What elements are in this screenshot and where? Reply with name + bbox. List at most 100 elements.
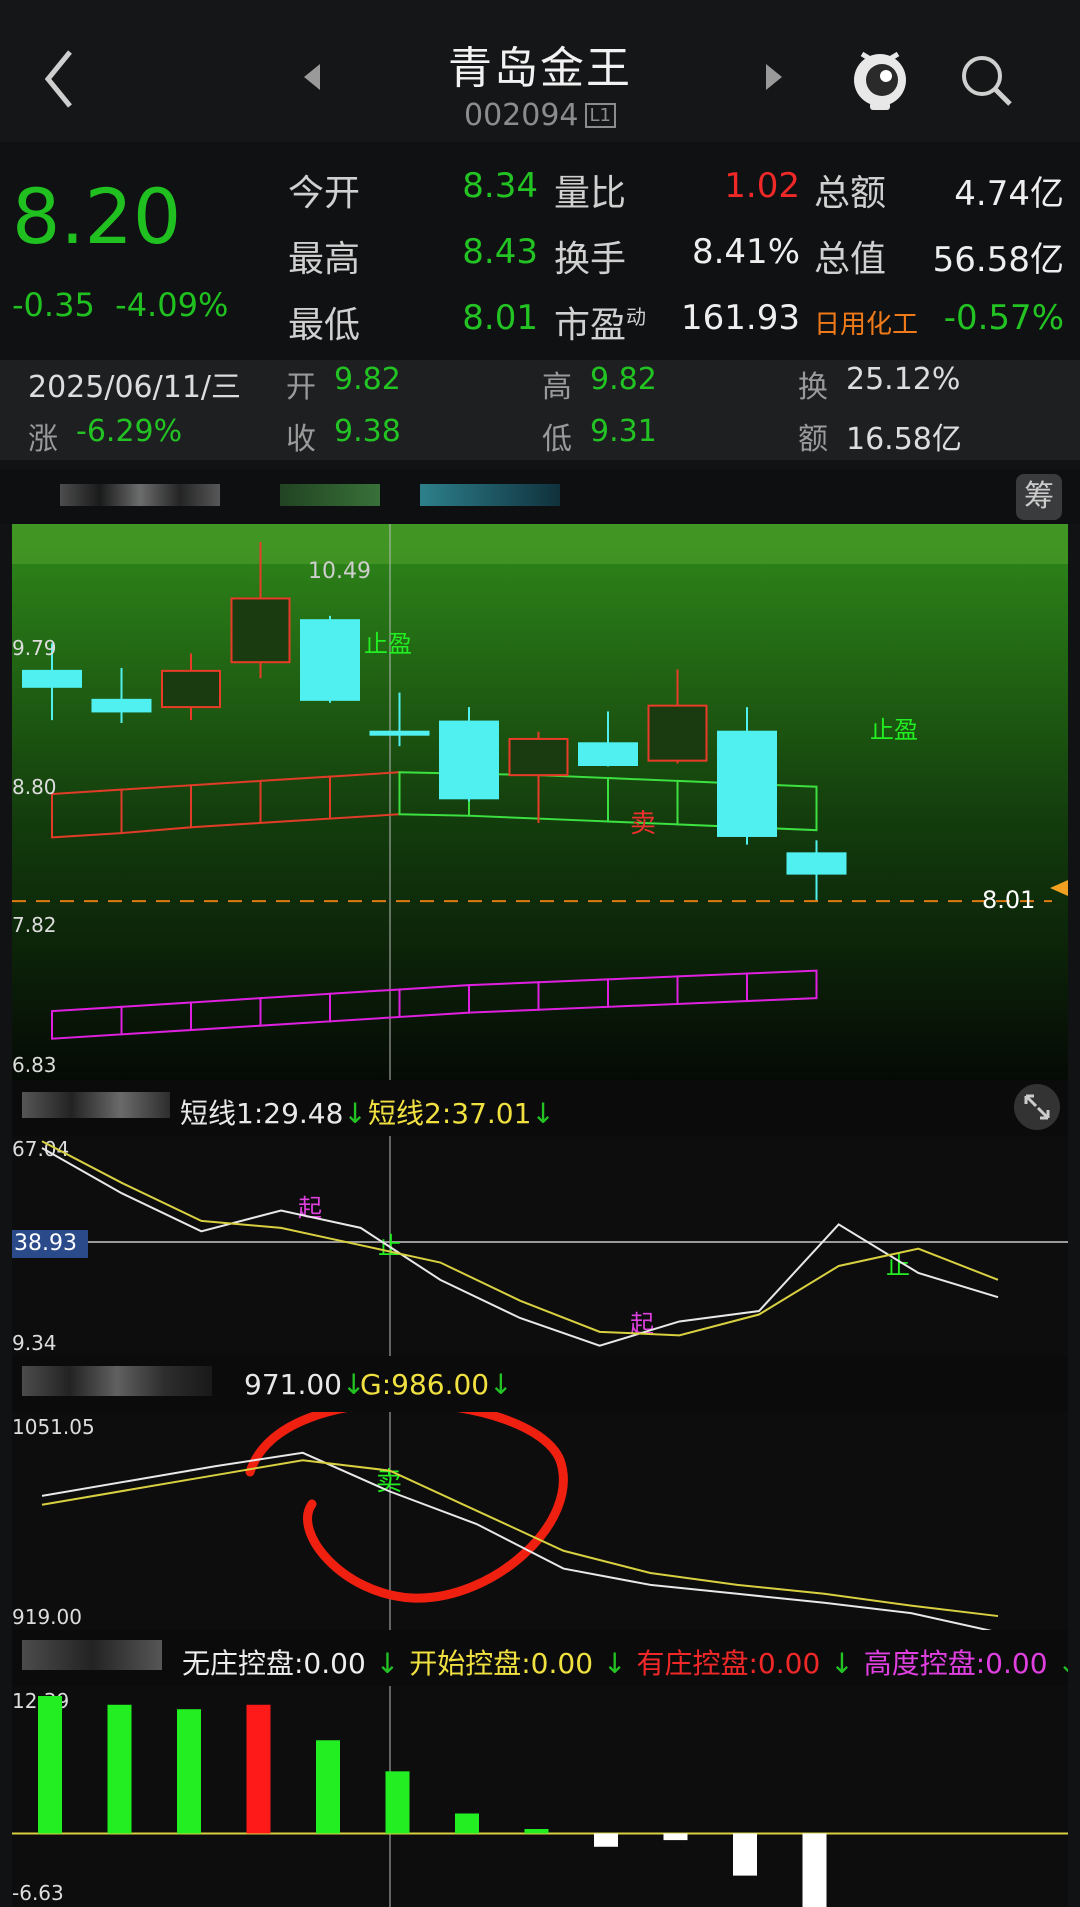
day-open: 9.82 — [334, 362, 401, 397]
ind2-val1: 971.00↓ — [244, 1368, 366, 1401]
candle-body — [91, 698, 152, 713]
control-label-1: 开始控盘:0.00 — [409, 1647, 594, 1680]
day-close-label: 收 — [286, 422, 316, 457]
pe-value: 161.93 — [681, 298, 800, 338]
pe-label: 市盈动 — [554, 305, 647, 346]
level-badge: L1 — [584, 103, 616, 128]
mktcap-value: 56.58亿 — [932, 240, 1064, 280]
down-arrow-icon: ↓ — [603, 1647, 627, 1680]
control-bar — [594, 1833, 618, 1847]
control-label-2: 有庄控盘:0.00 — [636, 1647, 821, 1680]
indicator1-header: 短线1:29.48↓ 短线2:37.01↓ — [12, 1080, 1068, 1136]
candle-body — [161, 669, 221, 709]
y-label-4: 6.83 — [12, 1053, 57, 1077]
short1-label: 短线1:29.48↓ — [180, 1097, 367, 1130]
control-bar — [316, 1740, 340, 1834]
turnover-label: 换手 — [554, 239, 627, 280]
y-label-top: 10.49 — [308, 559, 371, 584]
annotation-sell: 卖 — [630, 809, 656, 839]
candle-body — [786, 852, 847, 875]
open-label: 今开 — [288, 173, 361, 214]
annotation-stop-profit-2: 止盈 — [870, 716, 918, 744]
control-bar — [385, 1771, 410, 1834]
next-stock-icon[interactable] — [760, 62, 786, 92]
stock-code: 002094 L1 — [0, 98, 1080, 133]
y-label-1: 9.79 — [12, 636, 57, 660]
candle-body — [647, 704, 708, 762]
stock-title: 青岛金王 — [448, 43, 632, 94]
candle-body — [230, 597, 291, 664]
expand-icon[interactable] — [1014, 1084, 1060, 1130]
vol-ratio-value: 1.02 — [724, 166, 800, 206]
short2-label: 短线2:37.01↓ — [368, 1097, 555, 1130]
day-high-label: 高 — [542, 370, 572, 405]
day-rise: -6.29% — [76, 414, 183, 449]
candle — [439, 707, 499, 802]
last-low-label: 8.01 — [982, 886, 1035, 914]
control-bar — [107, 1704, 132, 1834]
ind1-y-bot: 9.34 — [12, 1331, 57, 1355]
sector-pct: -0.57% — [943, 298, 1064, 338]
vol-ratio-label: 量比 — [554, 173, 627, 214]
search-icon[interactable] — [958, 52, 1014, 108]
day-low: 9.31 — [590, 414, 657, 449]
ind2-y-bot: 919.00 — [12, 1605, 82, 1629]
candle-body — [508, 737, 569, 777]
day-amt: 16.58亿 — [846, 422, 962, 457]
ref-value: 38.93 — [14, 1231, 77, 1256]
candle — [300, 615, 360, 703]
price-change: -0.35 -4.09% — [12, 286, 229, 324]
annotation-stop-profit-1: 止盈 — [364, 630, 412, 658]
ind3-y-bot: -6.63 — [12, 1881, 64, 1905]
candle-body — [439, 720, 499, 800]
amount-value: 4.74亿 — [954, 174, 1064, 214]
short-line-indicator[interactable]: 38.93 67.04 9.34 起 止 起 止 — [12, 1136, 1068, 1356]
day-amt-label: 额 — [798, 422, 828, 457]
mktcap-label: 总值 — [814, 239, 887, 280]
candle-body — [717, 730, 777, 837]
chart-background — [12, 524, 1068, 1080]
day-close: 9.38 — [334, 414, 401, 449]
day-rise-label: 涨 — [28, 422, 58, 457]
down-arrow-icon: ↓ — [1058, 1647, 1068, 1680]
candle-body — [300, 619, 360, 701]
high-value: 8.43 — [462, 232, 538, 272]
control-indicator[interactable]: 12.39 -6.63 — [12, 1686, 1068, 1907]
candle-body — [22, 669, 82, 688]
amount-label: 总额 — [814, 173, 887, 214]
down-arrow-icon: ↓ — [375, 1647, 400, 1680]
control-bar — [733, 1833, 757, 1876]
turnover-value: 8.41% — [691, 232, 800, 272]
candle-body — [369, 730, 430, 736]
day-turn-label: 换 — [798, 370, 828, 405]
down-arrow-icon: ↓ — [830, 1647, 854, 1680]
y-label-3: 7.82 — [12, 913, 57, 937]
ind2-y-top: 1051.05 — [12, 1415, 95, 1439]
g-line-indicator[interactable]: 1051.05 919.00 卖 — [12, 1412, 1068, 1630]
day-open-label: 开 — [286, 370, 316, 405]
current-price: 8.20 — [12, 172, 182, 261]
y-label-2: 8.80 — [12, 775, 57, 799]
day-low-label: 低 — [542, 422, 572, 457]
control-label-3: 高度控盘:0.00 — [863, 1647, 1048, 1680]
chip-distribution-button[interactable]: 筹 — [1016, 474, 1062, 520]
control-bar — [663, 1833, 688, 1841]
control-label-0: 无庄控盘:0.00 — [182, 1647, 366, 1680]
candlestick-chart[interactable]: 10.49 9.79 8.80 7.82 6.83 8.01 止盈 卖 止盈 — [12, 524, 1068, 1080]
indicator-tabs-blurred — [0, 470, 1080, 524]
day-date: 2025/06/11/三 — [28, 370, 242, 405]
day-high: 9.82 — [590, 362, 657, 397]
control-bar — [177, 1709, 201, 1834]
low-label: 最低 — [288, 305, 361, 346]
low-value: 8.01 — [462, 298, 538, 338]
control-bar — [802, 1833, 827, 1907]
control-bar — [524, 1829, 549, 1834]
mascot-icon[interactable] — [850, 42, 910, 112]
day-turn: 25.12% — [846, 362, 961, 397]
blurred-legend — [12, 524, 1068, 564]
control-bar — [246, 1704, 271, 1834]
control-bar — [455, 1813, 479, 1834]
high-label: 最高 — [288, 239, 361, 280]
candle-body — [578, 742, 638, 767]
ind2-g: G:986.00↓ — [360, 1368, 513, 1401]
